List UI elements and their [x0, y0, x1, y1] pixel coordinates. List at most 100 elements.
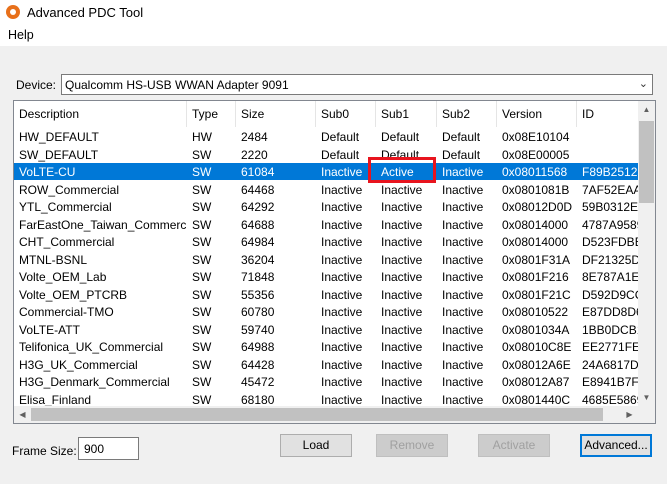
column-header-sub0[interactable]: Sub0 [316, 101, 376, 127]
scroll-right-arrow-icon[interactable]: ▶ [621, 406, 638, 423]
frame-size-input[interactable]: 900 [78, 437, 139, 460]
cell-version: 0x08010522 [502, 305, 569, 319]
cell-sub2: Inactive [442, 357, 484, 372]
cell-version: 0x08012A6E [502, 357, 571, 372]
horizontal-scroll-thumb[interactable] [31, 408, 603, 421]
cell-type: SW [192, 182, 212, 197]
cell-type: SW [192, 287, 212, 302]
cell-description: CHT_Commercial [19, 235, 115, 249]
advanced-button[interactable]: Advanced... [580, 434, 652, 457]
scroll-up-arrow-icon[interactable]: ▲ [638, 101, 655, 118]
cell-size: 64468 [241, 182, 275, 197]
load-button[interactable]: Load [280, 434, 352, 457]
activate-button[interactable]: Activate [478, 434, 550, 457]
cell-sub0: Inactive [321, 235, 363, 249]
cell-size: 64292 [241, 200, 275, 214]
active-cell-highlight [368, 157, 436, 183]
table-row[interactable]: HW_DEFAULT HW 2484 Default Default Default 0x0… [14, 128, 638, 145]
cell-sub2: Inactive [442, 340, 484, 354]
table-row[interactable]: VoLTE-ATT SW 59740 Inactive Inactive Inactive… [14, 321, 651, 338]
cell-sub2: Inactive [442, 322, 484, 337]
menu-help[interactable]: Help [8, 28, 34, 42]
cell-description: Volte_OEM_Lab [19, 270, 107, 284]
cell-size: 45472 [241, 375, 275, 389]
table-row[interactable]: Telifonica_UK_Commercial SW 64988 Inactive I… [14, 338, 647, 355]
cell-sub2: Inactive [442, 165, 484, 179]
table-row[interactable]: Volte_OEM_PTCRB SW 55356 Inactive Inactive In… [14, 286, 647, 303]
column-header-type[interactable]: Type [187, 101, 236, 127]
table-row[interactable]: YTL_Commercial SW 64292 Inactive Inactive Ina… [14, 198, 646, 215]
table-row[interactable]: CHT_Commercial SW 64984 Inactive Inactive Ina… [14, 233, 646, 250]
cell-sub1: Inactive [381, 287, 423, 302]
column-header-sub2[interactable]: Sub2 [437, 101, 497, 127]
table-row[interactable]: VoLTE-CU SW 61084 Inactive Active Inactive 0x0… [14, 163, 644, 180]
table-row[interactable]: SW_DEFAULT SW 2220 Default Default Default 0x0… [14, 146, 638, 163]
cell-description: Volte_OEM_PTCRB [19, 287, 128, 302]
cell-sub0: Inactive [321, 305, 363, 319]
cell-size: 36204 [241, 252, 275, 267]
cell-type: SW [192, 357, 212, 372]
cell-type: SW [192, 252, 212, 267]
cell-type: SW [192, 147, 212, 162]
chevron-down-icon[interactable]: ⌄ [639, 77, 648, 90]
cell-size: 2484 [241, 130, 268, 144]
cell-sub0: Inactive [321, 340, 363, 354]
cell-description: MTNL-BSNL [19, 252, 88, 267]
cell-sub0: Inactive [321, 217, 363, 232]
cell-sub0: Default [321, 147, 360, 162]
device-label: Device: [16, 78, 57, 92]
title-bar: Advanced PDC Tool [0, 0, 667, 26]
cell-sub0: Inactive [321, 270, 363, 284]
cell-sub0: Inactive [321, 322, 363, 337]
cell-sub0: Default [321, 130, 360, 144]
remove-button[interactable]: Remove [376, 434, 448, 457]
cell-sub0: Inactive [321, 357, 363, 372]
table-row[interactable]: ROW_Commercial SW 64468 Inactive Inactive Ina… [14, 181, 645, 198]
table-row[interactable]: MTNL-BSNL SW 36204 Inactive Inactive Inactive… [14, 251, 647, 268]
cell-version: 0x0801F31A [502, 252, 571, 267]
cell-type: SW [192, 340, 212, 354]
cell-size: 61084 [241, 165, 275, 179]
table-row[interactable]: Volte_OEM_Lab SW 71848 Inactive Inactive Inac… [14, 268, 647, 285]
table-row[interactable]: Elisa_Finland SW 68180 Inactive Inactive Inac… [14, 391, 643, 408]
cell-size: 64688 [241, 217, 275, 232]
cell-description: SW_DEFAULT [19, 147, 99, 162]
frame-size-label: Frame Size: [12, 444, 77, 458]
cell-sub1: Inactive [381, 357, 423, 372]
column-header-size[interactable]: Size [236, 101, 316, 127]
cell-type: SW [192, 375, 212, 389]
vertical-scroll-thumb[interactable] [639, 121, 654, 203]
device-dropdown-value: Qualcomm HS-USB WWAN Adapter 9091 [65, 78, 289, 92]
cell-sub2: Inactive [442, 200, 484, 214]
table-row[interactable]: FarEastOne_Taiwan_Commercial SW 64688 Inact… [14, 216, 643, 233]
cell-sub1: Inactive [381, 340, 423, 354]
column-header-version[interactable]: Version [497, 101, 577, 127]
cell-version: 0x0801081B [502, 182, 570, 197]
list-header: Description Type Size Sub0 Sub1 Sub2 Version ID [14, 101, 655, 127]
table-row[interactable]: Commercial-TMO SW 60780 Inactive Inactive Ina… [14, 303, 646, 320]
cell-size: 55356 [241, 287, 275, 302]
cell-version: 0x0801034A [502, 322, 570, 337]
scroll-left-arrow-icon[interactable]: ◀ [14, 406, 31, 423]
cell-sub0: Inactive [321, 182, 363, 197]
table-row[interactable]: H3G_Denmark_Commercial SW 45472 Inactive Ina… [14, 373, 647, 390]
cell-size: 60780 [241, 305, 275, 319]
cell-version: 0x08012D0D [502, 200, 573, 214]
pdc-config-list[interactable]: Description Type Size Sub0 Sub1 Sub2 Version ID… [13, 100, 656, 424]
horizontal-scrollbar[interactable]: ◀ ▶ [14, 406, 638, 423]
device-dropdown[interactable]: Qualcomm HS-USB WWAN Adapter 9091 ⌄ [61, 74, 653, 95]
column-header-description[interactable]: Description [14, 101, 187, 127]
vertical-scrollbar[interactable]: ▲ ▼ [638, 101, 655, 406]
cell-sub1: Inactive [381, 235, 423, 249]
cell-type: SW [192, 200, 212, 214]
cell-sub0: Inactive [321, 165, 363, 179]
cell-description: H3G_UK_Commercial [19, 357, 138, 372]
cell-description: HW_DEFAULT [19, 130, 99, 144]
cell-type: HW [192, 130, 212, 144]
table-row[interactable]: H3G_UK_Commercial SW 64428 Inactive Inactive… [14, 356, 645, 373]
column-header-sub1[interactable]: Sub1 [376, 101, 437, 127]
cell-description: Commercial-TMO [19, 305, 114, 319]
cell-sub2: Inactive [442, 182, 484, 197]
scroll-down-arrow-icon[interactable]: ▼ [638, 389, 655, 406]
cell-sub0: Inactive [321, 287, 363, 302]
